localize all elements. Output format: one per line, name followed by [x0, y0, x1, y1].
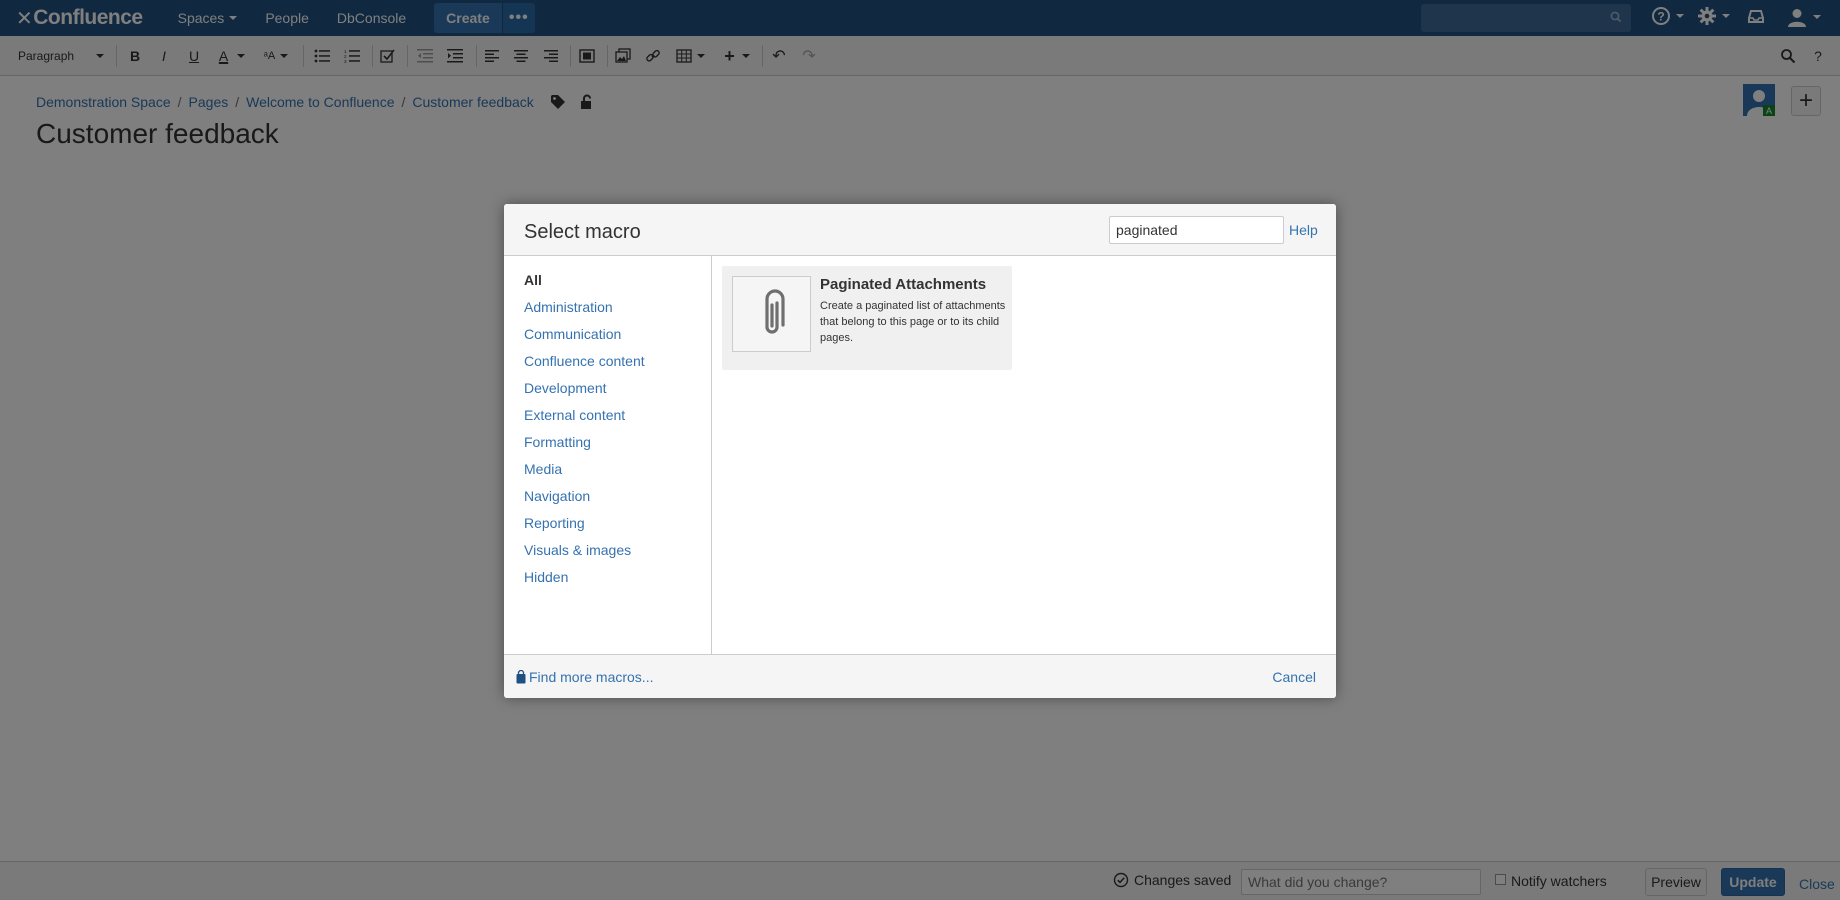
dialog-footer: Find more macros... Cancel	[504, 654, 1336, 698]
marketplace-bag-icon	[516, 670, 526, 684]
macro-card-paginated-attachments[interactable]: Paginated Attachments Create a paginated…	[722, 266, 1012, 370]
category-navigation[interactable]: Navigation	[524, 488, 590, 504]
category-administration[interactable]: Administration	[524, 299, 613, 315]
macro-icon-box	[732, 276, 811, 352]
category-media[interactable]: Media	[524, 461, 562, 477]
macro-name: Paginated Attachments	[820, 276, 987, 293]
cancel-button[interactable]: Cancel	[1272, 669, 1316, 685]
category-formatting[interactable]: Formatting	[524, 434, 591, 450]
macro-results: Paginated Attachments Create a paginated…	[712, 256, 1336, 654]
category-external-content[interactable]: External content	[524, 407, 625, 423]
category-visuals-images[interactable]: Visuals & images	[524, 542, 631, 558]
category-confluence-content[interactable]: Confluence content	[524, 353, 645, 369]
find-more-macros-link[interactable]: Find more macros...	[516, 669, 653, 685]
category-hidden[interactable]: Hidden	[524, 569, 568, 585]
dialog-header: Select macro Help	[504, 204, 1336, 256]
select-macro-dialog: Select macro Help All Administration Com…	[504, 204, 1336, 698]
dialog-title: Select macro	[524, 221, 641, 243]
macro-category-list: All Administration Communication Conflue…	[504, 256, 712, 654]
category-communication[interactable]: Communication	[524, 326, 621, 342]
category-reporting[interactable]: Reporting	[524, 515, 585, 531]
paperclip-icon	[764, 289, 785, 334]
find-more-macros-label: Find more macros...	[529, 669, 654, 685]
category-development[interactable]: Development	[524, 380, 607, 396]
macro-search-input[interactable]	[1109, 216, 1284, 244]
macro-description: Create a paginated list of attachments t…	[820, 300, 1006, 344]
dialog-help-link[interactable]: Help	[1289, 222, 1318, 238]
category-all[interactable]: All	[524, 272, 542, 288]
